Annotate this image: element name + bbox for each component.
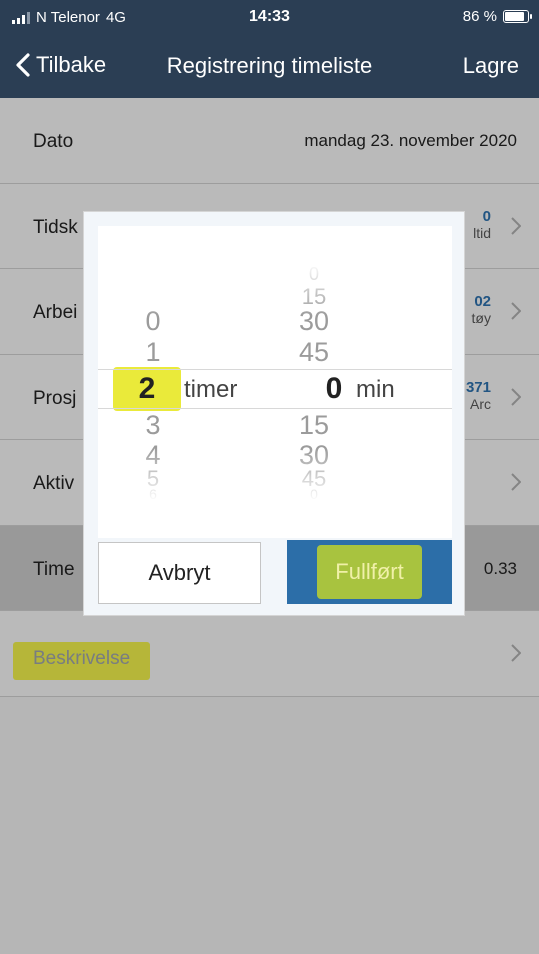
hour-selected[interactable]: 2 xyxy=(117,372,177,406)
navigation-bar: Tilbake Registrering timeliste Lagre xyxy=(0,36,539,98)
minutes-unit-label: min xyxy=(356,376,395,403)
picker-fade-top xyxy=(98,226,452,316)
hour-option[interactable]: 6 xyxy=(123,486,183,502)
top-bar: N Telenor 4G 14:33 86 % Tilbake Registre… xyxy=(0,0,539,98)
hour-option[interactable]: 3 xyxy=(123,410,183,441)
battery-info: 86 % xyxy=(462,8,532,25)
minute-option[interactable]: 30 xyxy=(284,306,344,337)
minute-option[interactable]: 0 xyxy=(284,486,344,502)
hours-unit-label: timer xyxy=(184,376,238,403)
page-title: Registrering timeliste xyxy=(166,53,373,78)
battery-icon xyxy=(503,10,532,23)
minute-option[interactable]: 0 xyxy=(284,264,344,285)
status-time: 14:33 xyxy=(249,8,290,25)
done-label: Fullført xyxy=(317,545,422,599)
minute-selected[interactable]: 0 xyxy=(304,372,364,406)
status-bar: N Telenor 4G 14:33 86 % xyxy=(0,0,539,36)
battery-percent: 86 % xyxy=(462,8,497,25)
cancel-button[interactable]: Avbryt xyxy=(98,542,261,604)
minute-option[interactable]: 45 xyxy=(284,337,344,368)
hour-option[interactable]: 0 xyxy=(123,306,183,337)
duration-picker[interactable]: 0 1 2 timer 3 4 5 6 0 15 30 45 0 min 15 … xyxy=(98,226,452,538)
save-button[interactable]: Lagre xyxy=(463,53,519,79)
minute-option[interactable]: 15 xyxy=(284,410,344,441)
hour-option[interactable]: 1 xyxy=(123,337,183,368)
duration-picker-dialog: 0 1 2 timer 3 4 5 6 0 15 30 45 0 min 15 … xyxy=(83,211,465,616)
done-button[interactable]: Fullført xyxy=(287,540,452,604)
